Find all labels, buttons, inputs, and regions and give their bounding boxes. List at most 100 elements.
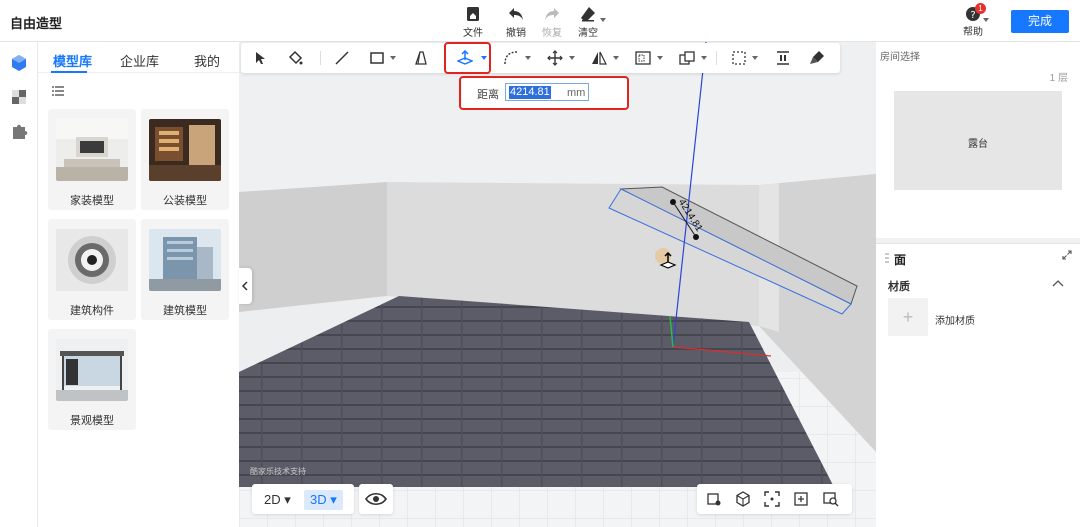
- collapse-panel-button[interactable]: [239, 268, 252, 304]
- eraser-icon: [581, 7, 595, 22]
- extrude-icon[interactable]: [413, 50, 429, 66]
- help-label: 帮助: [963, 27, 983, 38]
- redo-button[interactable]: 恢复: [533, 5, 571, 39]
- add-view-icon[interactable]: [793, 491, 809, 507]
- align-icon[interactable]: [731, 50, 747, 66]
- highlight-distance-input: [459, 76, 629, 110]
- file-label: 文件: [463, 28, 483, 39]
- distribute-icon[interactable]: [775, 50, 791, 66]
- add-material-label: 添加材质: [935, 316, 975, 327]
- svg-text:?: ?: [970, 10, 975, 21]
- tab-model-library[interactable]: 模型库: [53, 51, 92, 70]
- highlight-push-pull-tool: [444, 42, 491, 74]
- push-pull-cursor-icon: [659, 252, 677, 269]
- mirror-caret-icon[interactable]: [613, 56, 619, 60]
- tab-mine[interactable]: 我的: [194, 51, 220, 70]
- building-thumb: [149, 229, 221, 291]
- clear-caret-icon: [600, 18, 606, 22]
- help-button[interactable]: ? 1 帮助: [955, 3, 991, 38]
- chevron-left-icon: [241, 281, 248, 291]
- drag-handle-icon[interactable]: [885, 253, 889, 263]
- rectangle-icon[interactable]: [369, 50, 385, 66]
- library-tabs: 模型库 企业库 我的: [38, 42, 239, 73]
- model-library-panel: 模型库 企业库 我的 家装模型 公装模型 建筑构件 建筑模型 景观模型: [38, 42, 239, 527]
- spiral-stair-thumb: [56, 229, 128, 291]
- card-label: 建筑构件: [70, 305, 114, 317]
- line-icon[interactable]: [334, 50, 350, 66]
- bus-shelter-thumb: [56, 339, 128, 401]
- category-card-home[interactable]: 家装模型: [48, 109, 136, 210]
- watermark: 酷家乐技术支持: [250, 467, 306, 476]
- material-icon[interactable]: [8, 86, 30, 108]
- align-caret-icon[interactable]: [752, 56, 758, 60]
- face-panel-title: 面: [894, 253, 907, 267]
- redo-icon: [545, 8, 559, 20]
- mode-2d-label: 2D: [264, 492, 281, 507]
- room-panel-title: 房间选择: [880, 52, 920, 63]
- expand-icon[interactable]: [1062, 250, 1072, 260]
- mode-3d-label: 3D: [310, 492, 327, 507]
- room-selection-panel: 房间选择 1 层 露台: [876, 42, 1080, 238]
- help-badge: 1: [975, 3, 986, 14]
- toolbar-separator: [320, 51, 321, 65]
- move-caret-icon[interactable]: [569, 56, 575, 60]
- card-label: 建筑模型: [163, 305, 207, 317]
- undo-button[interactable]: 撤销: [497, 5, 535, 39]
- select-icon[interactable]: [253, 50, 269, 66]
- category-card-commercial[interactable]: 公装模型: [141, 109, 229, 210]
- plugin-icon[interactable]: [8, 120, 30, 142]
- fit-view-icon[interactable]: [764, 491, 780, 507]
- category-card-components[interactable]: 建筑构件: [48, 219, 136, 320]
- app-title: 自由造型: [10, 16, 63, 31]
- move-icon[interactable]: [547, 50, 563, 66]
- 3d-viewport[interactable]: 4214.81: [239, 42, 876, 527]
- undo-icon: [509, 8, 523, 20]
- camera-view-icon[interactable]: [706, 491, 722, 507]
- group-icon[interactable]: [679, 50, 695, 66]
- plus-icon: +: [902, 307, 914, 327]
- brush-icon[interactable]: [809, 50, 825, 66]
- add-material-button[interactable]: +: [888, 298, 928, 336]
- rectangle-caret-icon[interactable]: [390, 56, 396, 60]
- left-rail: [0, 42, 38, 527]
- category-card-landscape[interactable]: 景观模型: [48, 329, 136, 430]
- active-tab-indicator: [51, 71, 87, 73]
- home-icon: [467, 7, 479, 21]
- mode-3d-button[interactable]: 3D ▾: [304, 490, 343, 510]
- group-caret-icon[interactable]: [701, 56, 707, 60]
- tab-enterprise-library[interactable]: 企业库: [120, 51, 159, 70]
- card-label: 景观模型: [70, 415, 114, 427]
- mirror-icon[interactable]: [591, 50, 607, 66]
- arc-caret-icon[interactable]: [525, 56, 531, 60]
- undo-label: 撤销: [506, 28, 526, 39]
- redo-label: 恢复: [542, 28, 562, 39]
- living-room-thumb: [56, 119, 128, 181]
- modeling-toolbar: [241, 43, 840, 73]
- card-label: 公装模型: [163, 195, 207, 207]
- toolbar-separator: [716, 51, 717, 65]
- view-mode-switch: 2D ▾ 3D ▾: [252, 484, 354, 514]
- model-library-icon[interactable]: [8, 50, 30, 72]
- clear-button[interactable]: 清空: [569, 5, 607, 39]
- paint-bucket-icon[interactable]: [287, 50, 303, 66]
- cube-view-icon[interactable]: [735, 491, 751, 507]
- visibility-button[interactable]: [359, 484, 393, 514]
- list-view-icon[interactable]: [52, 86, 64, 96]
- help-caret-icon: [983, 18, 989, 22]
- floor-label[interactable]: 1 层: [1050, 69, 1068, 84]
- done-button[interactable]: 完成: [1011, 10, 1069, 33]
- top-bar: 自由造型 文件 撤销 恢复 清空 ? 1 帮助 完成: [0, 0, 1080, 42]
- room-card[interactable]: 露台: [894, 91, 1062, 190]
- search-view-icon[interactable]: [823, 491, 839, 507]
- category-card-buildings[interactable]: 建筑模型: [141, 219, 229, 320]
- clear-label: 清空: [578, 28, 598, 39]
- arc-icon[interactable]: [503, 50, 519, 66]
- offset-caret-icon[interactable]: [657, 56, 663, 60]
- file-button[interactable]: 文件: [454, 5, 492, 39]
- room-name: 露台: [968, 139, 988, 150]
- offset-icon[interactable]: [635, 50, 651, 66]
- chevron-up-icon[interactable]: [1052, 279, 1064, 287]
- eye-icon: [365, 492, 387, 506]
- mode-2d-button[interactable]: 2D ▾: [258, 490, 297, 510]
- card-label: 家装模型: [70, 195, 114, 207]
